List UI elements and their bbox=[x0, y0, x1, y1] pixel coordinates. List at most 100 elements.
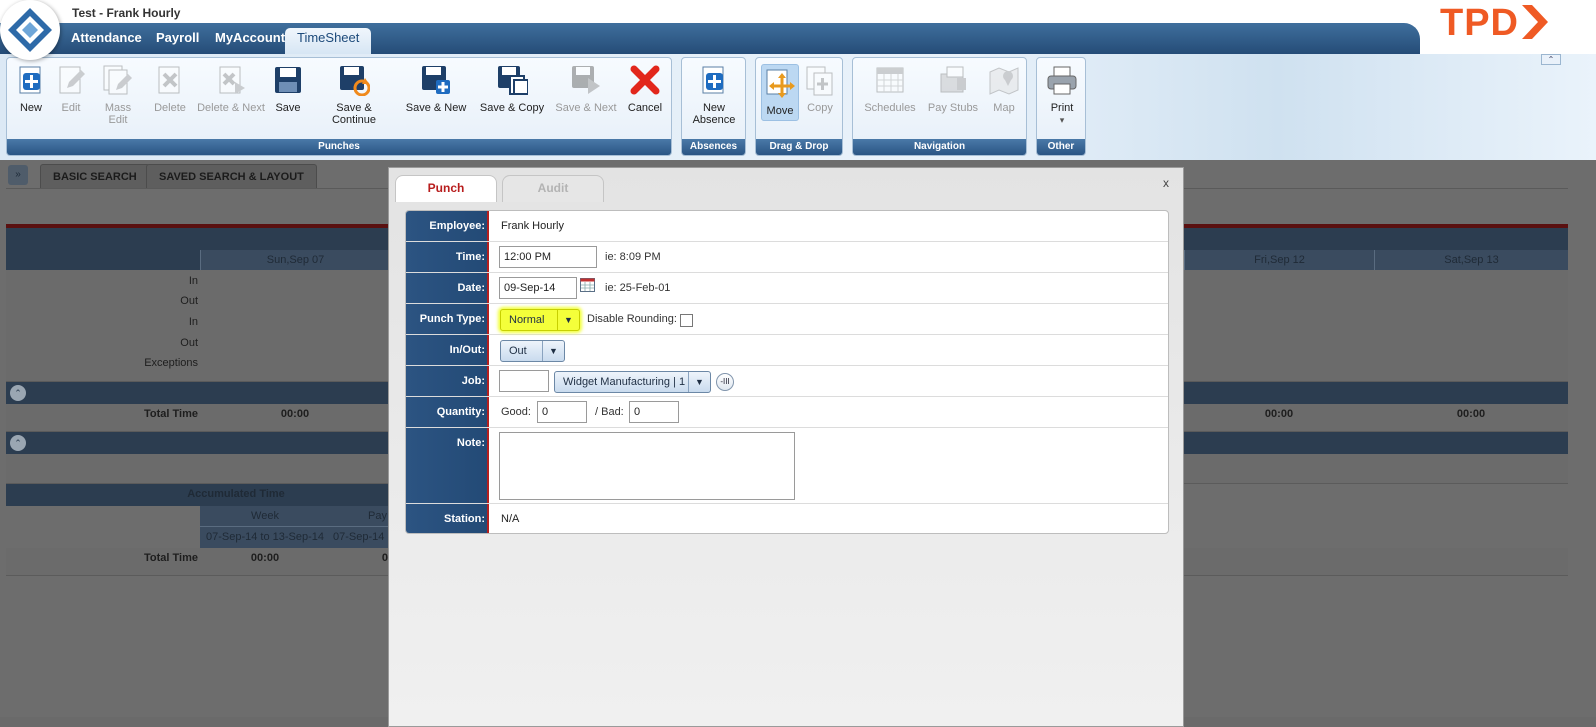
nav-tab-timesheet[interactable]: TimeSheet bbox=[285, 28, 372, 54]
delete-next-button-label: Delete & Next bbox=[197, 102, 265, 114]
inout-label: In/Out: bbox=[449, 344, 485, 356]
copy-icon bbox=[806, 66, 833, 96]
good-quantity-input[interactable]: 0 bbox=[537, 401, 587, 423]
collapse-toggle-icon[interactable]: ⌃ bbox=[10, 385, 26, 401]
tab-audit[interactable]: Audit bbox=[502, 175, 604, 202]
saved-search-layout-tab[interactable]: SAVED SEARCH & LAYOUT bbox=[146, 164, 317, 188]
delete-next-button[interactable]: Delete & Next bbox=[197, 64, 265, 114]
mass-edit-icon bbox=[103, 65, 132, 95]
punch-type-label: Punch Type: bbox=[419, 313, 485, 325]
save-next-button[interactable]: Save & Next bbox=[554, 64, 618, 114]
chevron-down-icon: ▼ bbox=[688, 372, 710, 392]
cancel-x-icon bbox=[630, 65, 660, 95]
save-copy-button[interactable]: Save & Copy bbox=[479, 64, 545, 114]
print-dropdown-icon: ▾ bbox=[1059, 115, 1065, 125]
row-label-out-2: Out bbox=[180, 337, 198, 349]
nav-tab-attendance[interactable]: Attendance bbox=[63, 28, 150, 52]
job-value: Widget Manufacturing | 1 bbox=[563, 376, 686, 388]
save-new-button-label: Save & New bbox=[405, 102, 467, 114]
new-page-icon bbox=[19, 66, 41, 94]
punch-type-select[interactable]: Normal ▼ bbox=[500, 309, 580, 331]
bad-quantity-input[interactable]: 0 bbox=[629, 401, 679, 423]
save-new-button[interactable]: Save & New bbox=[404, 64, 468, 114]
map-button-label: Map bbox=[993, 102, 1015, 114]
inout-select[interactable]: Out ▼ bbox=[500, 340, 565, 362]
save-button-label: Save bbox=[275, 102, 301, 114]
chevron-down-icon: ▼ bbox=[557, 310, 579, 330]
delete-button[interactable]: Delete bbox=[152, 64, 188, 114]
new-absence-label-2: Absence bbox=[692, 114, 736, 126]
brand-chevron-icon bbox=[1522, 5, 1549, 39]
save-next-icon bbox=[572, 66, 600, 94]
new-button-label: New bbox=[19, 102, 42, 114]
copy-button[interactable]: Copy bbox=[803, 64, 837, 114]
pay-stubs-button[interactable]: Pay Stubs bbox=[925, 64, 981, 114]
date-input[interactable]: 09-Sep-14 bbox=[499, 277, 577, 299]
delete-button-label: Delete bbox=[154, 102, 186, 114]
row-label-exceptions: Exceptions bbox=[144, 357, 198, 369]
day-header-sun: Sun,Sep 07 bbox=[200, 250, 390, 270]
total-time-sat: 00:00 bbox=[1456, 408, 1486, 420]
station-row: Station: N/A bbox=[406, 504, 1168, 533]
move-button-label: Move bbox=[766, 105, 794, 117]
edit-button[interactable]: Edit bbox=[55, 64, 87, 114]
copy-button-label: Copy bbox=[807, 102, 833, 114]
tab-punch[interactable]: Punch bbox=[395, 175, 497, 202]
station-value: N/A bbox=[501, 513, 520, 525]
new-absence-button[interactable]: New Absence bbox=[692, 64, 736, 126]
job-details-icon[interactable]: -III bbox=[716, 373, 734, 391]
calendar-icon[interactable] bbox=[580, 278, 595, 292]
chevron-down-icon: ▼ bbox=[542, 341, 564, 361]
group-label-absences: Absences bbox=[682, 139, 745, 155]
nav-tab-payroll[interactable]: Payroll bbox=[148, 28, 207, 52]
close-icon[interactable]: x bbox=[1163, 176, 1169, 190]
day-header-sat: Sat,Sep 13 bbox=[1374, 250, 1568, 270]
note-label: Note: bbox=[456, 437, 485, 449]
toolbar-ribbon: New Edit Mass Edit Delete Delete & Next … bbox=[0, 54, 1596, 160]
schedules-button[interactable]: Schedules bbox=[861, 64, 919, 114]
disable-rounding-checkbox[interactable] bbox=[680, 314, 693, 327]
inout-value: Out bbox=[509, 345, 527, 357]
top-bar: Test - Frank Hourly TPD Attendance Payro… bbox=[0, 0, 1596, 54]
move-button[interactable]: Move bbox=[761, 64, 799, 121]
punch-form: Employee: Frank Hourly Time: 12:00 PM ie… bbox=[405, 210, 1169, 534]
save-continue-button[interactable]: Save & Continue bbox=[313, 64, 395, 126]
new-button[interactable]: New bbox=[15, 64, 47, 114]
acc-total-label: Total Time bbox=[144, 552, 198, 564]
nav-tab-myaccount[interactable]: MyAccount bbox=[207, 28, 293, 52]
punch-type-value: Normal bbox=[509, 314, 545, 326]
expand-search-icon[interactable]: » bbox=[8, 165, 28, 185]
brand-logo-text: TPD bbox=[1440, 2, 1519, 44]
group-label-punches: Punches bbox=[7, 139, 671, 155]
employee-row: Employee: Frank Hourly bbox=[406, 211, 1168, 242]
printer-icon bbox=[1047, 66, 1077, 95]
new-absence-label-1: New bbox=[702, 102, 725, 114]
print-button[interactable]: Print ▾ bbox=[1045, 64, 1079, 126]
employee-value: Frank Hourly bbox=[501, 220, 564, 232]
date-hint: ie: 25-Feb-01 bbox=[605, 282, 671, 294]
collapse-toggle-icon-2[interactable]: ⌃ bbox=[10, 435, 26, 451]
punch-dialog: Punch Audit x Employee: Frank Hourly Tim… bbox=[388, 167, 1184, 727]
cancel-button[interactable]: Cancel bbox=[626, 64, 664, 114]
basic-search-tab[interactable]: BASIC SEARCH bbox=[40, 164, 150, 188]
group-navigation: Schedules Pay Stubs Map Navigation bbox=[852, 57, 1027, 156]
note-textarea[interactable] bbox=[499, 432, 795, 500]
app-title: Test - Frank Hourly bbox=[72, 6, 181, 20]
acc-range-pay: 07-Sep-14 bbox=[333, 531, 385, 543]
time-input[interactable]: 12:00 PM bbox=[499, 246, 597, 268]
group-other: Print ▾ Other bbox=[1036, 57, 1086, 156]
mass-edit-button[interactable]: Mass Edit bbox=[94, 64, 142, 126]
job-select[interactable]: Widget Manufacturing | 1 ▼ bbox=[554, 371, 711, 393]
group-label-drag-drop: Drag & Drop bbox=[756, 139, 842, 155]
station-label: Station: bbox=[444, 513, 485, 525]
job-code-input[interactable] bbox=[499, 370, 549, 392]
save-button[interactable]: Save bbox=[272, 64, 304, 114]
map-button[interactable]: Map bbox=[987, 64, 1021, 114]
edit-button-label: Edit bbox=[61, 102, 81, 114]
row-label-out: Out bbox=[180, 295, 198, 307]
acc-total-week: 00:00 bbox=[250, 552, 280, 564]
total-time-sun: 00:00 bbox=[280, 408, 310, 420]
total-time-label: Total Time bbox=[144, 408, 198, 420]
total-time-fri: 00:00 bbox=[1264, 408, 1294, 420]
collapse-ribbon-button[interactable]: ⌃ bbox=[1541, 54, 1561, 65]
